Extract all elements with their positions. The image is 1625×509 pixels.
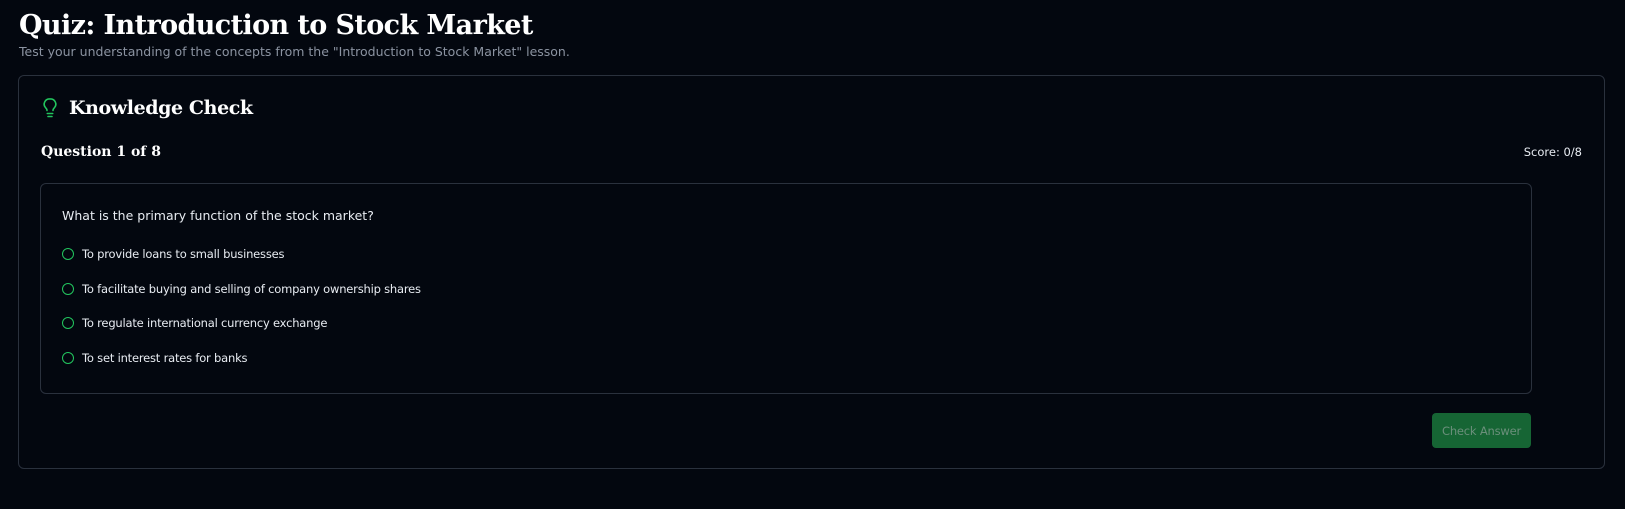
answer-option[interactable]: To set interest rates for banks xyxy=(62,348,421,368)
radio-button[interactable] xyxy=(62,282,74,295)
radio-button[interactable] xyxy=(62,248,74,260)
radio-button[interactable] xyxy=(62,352,74,365)
answer-options: To provide loans to small businesses To … xyxy=(62,244,421,383)
question-text: What is the primary function of the stoc… xyxy=(62,208,374,223)
quiz-page: Quiz: Introduction to Stock Market Test … xyxy=(0,0,1625,509)
answer-option-label: To regulate international currency excha… xyxy=(82,316,328,331)
question-box: What is the primary function of the stoc… xyxy=(40,183,1532,394)
answer-option[interactable]: To regulate international currency excha… xyxy=(62,313,421,333)
answer-option-label: To facilitate buying and selling of comp… xyxy=(82,281,421,296)
answer-option[interactable]: To provide loans to small businesses xyxy=(62,244,421,264)
knowledge-check-card: Knowledge Check Question 1 of 8 Score: 0… xyxy=(18,75,1605,469)
check-answer-button[interactable]: Check Answer xyxy=(1432,413,1531,448)
answer-option-label: To set interest rates for banks xyxy=(82,351,248,366)
card-title: Knowledge Check xyxy=(69,97,253,119)
radio-button[interactable] xyxy=(62,317,74,330)
lightbulb-icon xyxy=(41,97,59,119)
answer-option[interactable]: To facilitate buying and selling of comp… xyxy=(62,279,421,299)
score-label: Score: 0/8 xyxy=(1523,145,1582,159)
answer-option-label: To provide loans to small businesses xyxy=(82,247,285,261)
question-count: Question 1 of 8 xyxy=(41,144,161,160)
page-title: Quiz: Introduction to Stock Market xyxy=(19,10,533,41)
card-header: Knowledge Check xyxy=(41,94,253,122)
page-subtitle: Test your understanding of the concepts … xyxy=(19,44,570,59)
